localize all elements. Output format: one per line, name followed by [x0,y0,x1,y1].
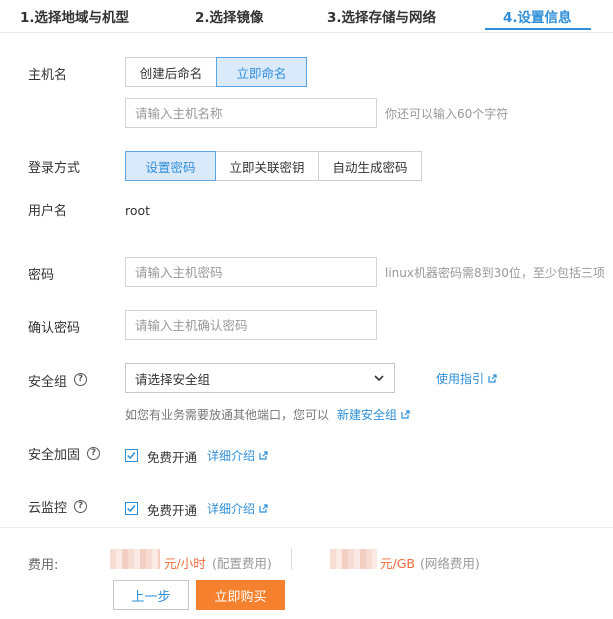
monitor-help-icon[interactable]: ? [74,500,87,513]
hardening-checkbox-label: 免费开通 [147,450,198,465]
password-label: 密码 [28,268,55,283]
chevron-down-icon [374,375,384,382]
hardening-help-icon[interactable]: ? [87,447,100,460]
external-link-icon [488,374,497,383]
external-link-icon [259,451,268,460]
usage-guide-text: 使用指引 [436,372,485,386]
tab-settings[interactable]: 4.设置信息 [503,6,572,26]
hostname-char-hint: 你还可以输入60个字符 [385,107,509,121]
security-group-select[interactable]: 请选择安全组 [125,363,395,393]
hostname-label: 主机名 [28,68,68,83]
new-security-group-link[interactable]: 新建安全组 [337,406,410,423]
security-group-help-icon[interactable]: ? [74,373,87,386]
usage-guide-link[interactable]: 使用指引 [436,370,497,387]
password-rule-hint: linux机器密码需8到30位，至少包括三项 [385,266,605,280]
step-tabs: 1.选择地域与机型 2.选择镜像 3.选择存储与网络 4.设置信息 [0,0,613,33]
security-group-select-value: 请选择安全组 [135,371,211,387]
network-price-redacted [330,549,377,569]
security-group-label: 安全组 [28,375,68,390]
previous-step-button[interactable]: 上一步 [113,580,189,610]
name-now-button[interactable]: 立即命名 [216,57,307,87]
username-label: 用户名 [28,204,68,219]
config-price-note: (配置费用) [212,556,272,571]
confirm-password-input[interactable] [125,310,377,340]
config-price-unit: 元/小时 [164,556,206,571]
name-later-button[interactable]: 创建后命名 [125,57,217,87]
fee-label: 费用: [28,558,59,573]
security-group-note: 如您有业务需要放通其他端口，您可以 [125,408,330,422]
monitor-checkbox[interactable] [125,502,138,515]
hardening-label: 安全加固 [28,448,81,463]
login-method-label: 登录方式 [28,161,81,176]
network-price-note: (网络费用) [420,556,480,571]
external-link-icon [401,410,410,419]
monitor-label: 云监控 [28,501,68,516]
tab-region-model[interactable]: 1.选择地域与机型 [20,6,129,26]
login-method-toggle: 设置密码 立即关联密钥 自动生成密码 [125,151,422,181]
tab-storage-network[interactable]: 3.选择存储与网络 [327,6,436,26]
fee-divider [291,548,292,570]
monitor-checkbox-label: 免费开通 [147,503,198,518]
hostname-mode-toggle: 创建后命名 立即命名 [125,57,307,87]
check-icon [127,505,136,513]
auto-password-button[interactable]: 自动生成密码 [318,151,422,181]
hardening-detail-link[interactable]: 详细介绍 [207,447,268,464]
check-icon [127,452,136,460]
network-price-unit: 元/GB [380,556,415,571]
active-tab-indicator [485,28,591,30]
link-key-button[interactable]: 立即关联密钥 [215,151,319,181]
username-value: root [125,203,151,218]
tab-image[interactable]: 2.选择镜像 [195,6,264,26]
hardening-detail-text: 详细介绍 [207,449,256,463]
new-security-group-text: 新建安全组 [337,408,398,422]
config-price-redacted [110,549,160,569]
hardening-checkbox[interactable] [125,449,138,462]
buy-now-button[interactable]: 立即购买 [196,580,285,610]
hostname-input[interactable] [125,98,377,128]
password-input[interactable] [125,257,377,287]
footer-bar: 费用: 元/小时 (配置费用) 元/GB (网络费用) 上一步 立即购买 [0,527,613,619]
set-password-button[interactable]: 设置密码 [125,151,216,181]
external-link-icon [259,504,268,513]
confirm-password-label: 确认密码 [28,321,81,336]
monitor-detail-text: 详细介绍 [207,502,256,516]
monitor-detail-link[interactable]: 详细介绍 [207,500,268,517]
